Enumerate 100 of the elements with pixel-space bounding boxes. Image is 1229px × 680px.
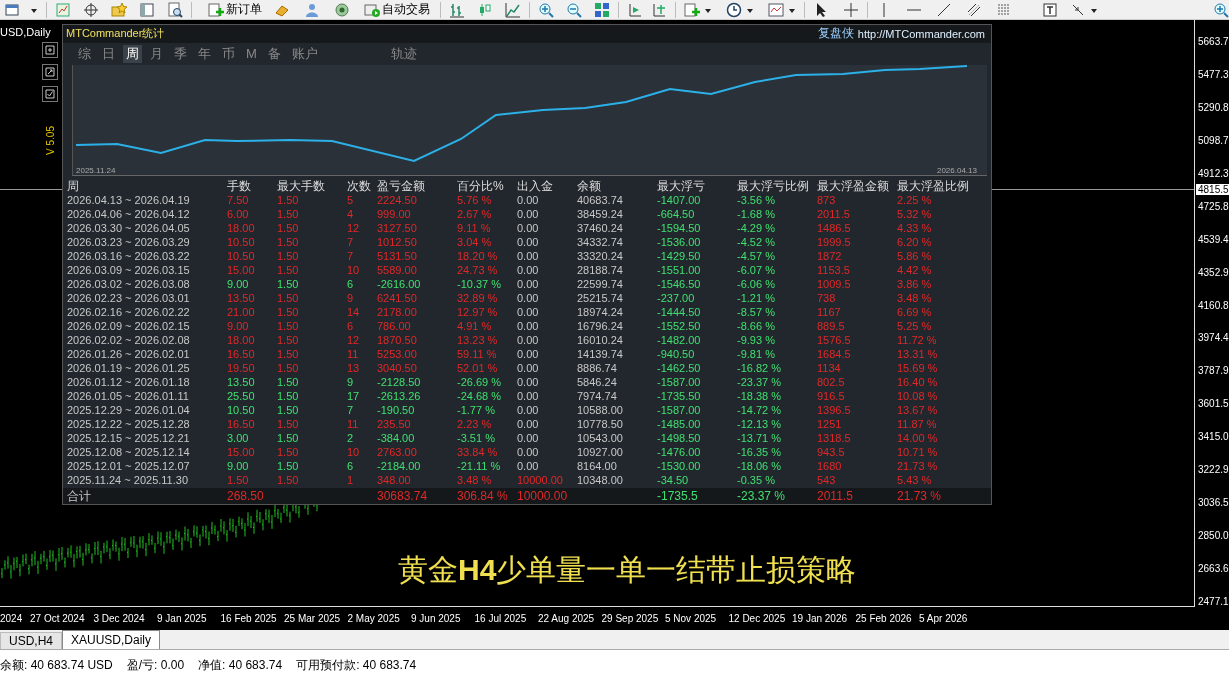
table-cell-text: 22599.74 bbox=[577, 277, 624, 291]
table-cell-text: 12.97 % bbox=[457, 305, 499, 319]
search-icon[interactable] bbox=[1213, 1, 1229, 18]
crosshair-icon[interactable] bbox=[843, 1, 859, 18]
table-cell-text: 3.86 % bbox=[897, 277, 933, 291]
bar-chart-icon[interactable] bbox=[449, 1, 465, 18]
column-header: 最大浮盈金额 bbox=[817, 179, 890, 193]
table-cell-text: 10.50 bbox=[227, 403, 256, 417]
table-cell-text: -384.00 bbox=[377, 431, 416, 445]
table-cell-text: 0.00 bbox=[517, 431, 540, 445]
chart-tab[interactable]: USD,H4 bbox=[0, 632, 62, 649]
grid-icon[interactable] bbox=[594, 1, 610, 18]
table-cell-text: 11.87 % bbox=[897, 417, 938, 431]
time-label: 29 Sep 2025 bbox=[601, 613, 660, 624]
chart-tab[interactable]: XAUUSD,Daily bbox=[62, 630, 161, 649]
table-cell-text: 7.50 bbox=[227, 193, 250, 207]
auto-trading-button[interactable]: 自动交易 bbox=[362, 0, 432, 19]
period-tab[interactable]: 综 bbox=[75, 44, 94, 63]
table-cell-text: 15.00 bbox=[227, 445, 256, 459]
table-cell-text: 1.50 bbox=[277, 347, 300, 361]
total-cell-text: 合计 bbox=[67, 489, 92, 503]
price-label: 2663.6 bbox=[1198, 563, 1229, 575]
folder-star-icon[interactable] bbox=[111, 1, 127, 18]
table-cell-text: 0.00 bbox=[517, 403, 540, 417]
table-cell-text: -1552.50 bbox=[657, 319, 702, 333]
period-tab[interactable]: 币 bbox=[219, 44, 238, 63]
period-tab[interactable]: 年 bbox=[195, 44, 214, 63]
time-label: 12 Dec 2025 bbox=[728, 613, 787, 624]
side-tool-button[interactable] bbox=[42, 42, 58, 58]
period-tab[interactable]: 备 bbox=[264, 44, 284, 63]
table-cell-text: 1.50 bbox=[277, 375, 300, 389]
table-cell-text: 0.00 bbox=[517, 207, 540, 221]
table-cell-text: 2026.01.12 ~ 2026.01.18 bbox=[67, 375, 191, 389]
total-cell-text: 21.73 % bbox=[897, 489, 943, 503]
table-cell-text: 2763.00 bbox=[377, 445, 418, 459]
period-tab[interactable]: M bbox=[243, 44, 260, 63]
period-tab[interactable]: 季 bbox=[171, 44, 190, 63]
window-icon[interactable] bbox=[4, 1, 20, 18]
table-cell-text: 14.00 % bbox=[897, 431, 939, 445]
table-cell-text: 0.00 bbox=[517, 193, 540, 207]
table-cell-text: 1.50 bbox=[277, 319, 300, 333]
table-cell-text: 11 bbox=[347, 347, 360, 361]
table-cell-text: 1.50 bbox=[277, 361, 300, 375]
table-cell-text: 1.50 bbox=[277, 389, 300, 403]
table-cell-text: 2026.03.16 ~ 2026.03.22 bbox=[67, 249, 191, 263]
status-text: 净值: 40 683.74 bbox=[198, 656, 283, 674]
price-label: 5098.7 bbox=[1198, 134, 1229, 146]
table-cell-text: 1.50 bbox=[277, 305, 300, 319]
person-icon[interactable] bbox=[304, 1, 320, 18]
channel-icon[interactable] bbox=[966, 1, 982, 18]
table-cell-text: 14139.74 bbox=[577, 347, 624, 361]
table-cell-text: 6 bbox=[347, 277, 355, 291]
table-cell-text: 0.00 bbox=[517, 333, 540, 347]
clock-icon[interactable] bbox=[726, 1, 742, 18]
table-cell-text: 0.00 bbox=[517, 291, 540, 305]
price-label: 5290.8 bbox=[1198, 101, 1229, 113]
period-tab[interactable]: 日 bbox=[99, 44, 118, 63]
text-label-icon[interactable] bbox=[1042, 1, 1058, 18]
panel-icon[interactable] bbox=[139, 1, 155, 18]
table-cell-text: 1999.5 bbox=[817, 235, 852, 249]
website-link[interactable]: http://MTCommander.com bbox=[857, 27, 985, 40]
candlestick-icon[interactable] bbox=[477, 1, 493, 18]
table-cell-text: -9.81 % bbox=[737, 347, 776, 361]
table-cell-text: -8.66 % bbox=[737, 319, 776, 333]
table-cell-text: 10.71 % bbox=[897, 445, 939, 459]
scroll-icon[interactable] bbox=[627, 1, 643, 18]
table-cell-text: -26.69 % bbox=[457, 375, 503, 389]
scale-icon bbox=[44, 44, 56, 56]
zoom-in-icon[interactable] bbox=[538, 1, 554, 18]
line-chart-icon[interactable] bbox=[505, 1, 521, 18]
period-tab[interactable]: 轨迹 bbox=[387, 44, 420, 63]
period-tab[interactable]: 月 bbox=[147, 44, 166, 63]
table-cell-text: 873 bbox=[817, 193, 837, 207]
table-cell-text: 4.42 % bbox=[897, 263, 933, 277]
table-cell-text: 2026.02.09 ~ 2026.02.15 bbox=[67, 319, 191, 333]
shift-icon[interactable] bbox=[651, 1, 667, 18]
period-tab[interactable]: 账户 bbox=[288, 44, 321, 63]
search-icon[interactable] bbox=[167, 1, 183, 18]
side-tool-button[interactable] bbox=[42, 86, 58, 102]
table-cell-text: 2 bbox=[347, 431, 355, 445]
side-tool-button[interactable] bbox=[42, 64, 58, 80]
table-cell-text: 10.08 % bbox=[897, 389, 939, 403]
period-tab[interactable]: 周 bbox=[123, 44, 142, 63]
table-cell-text: 5131.50 bbox=[377, 249, 418, 263]
zoom-out-icon[interactable] bbox=[566, 1, 582, 18]
table-cell-text: -1476.00 bbox=[657, 445, 702, 459]
table-cell-text: 2026.03.02 ~ 2026.03.08 bbox=[67, 277, 191, 291]
current-price-label: 4815.5 bbox=[1196, 184, 1229, 195]
time-label: 25 Feb 2026 bbox=[855, 613, 913, 624]
template-icon[interactable] bbox=[768, 1, 784, 18]
table-cell-text: 13.67 % bbox=[897, 403, 939, 417]
chart-icon[interactable] bbox=[55, 1, 71, 18]
table-cell-text: 9 bbox=[347, 291, 355, 305]
crosshair-icon[interactable] bbox=[83, 1, 99, 18]
table-cell-text: 13 bbox=[347, 361, 361, 375]
trend-line-icon[interactable] bbox=[936, 1, 952, 18]
table-cell-text: 37460.24 bbox=[577, 221, 624, 235]
table-cell-text: 9 bbox=[347, 375, 355, 389]
price-label: 3787.9 bbox=[1198, 365, 1229, 377]
new-order-button[interactable]: 新订单 bbox=[206, 0, 264, 19]
